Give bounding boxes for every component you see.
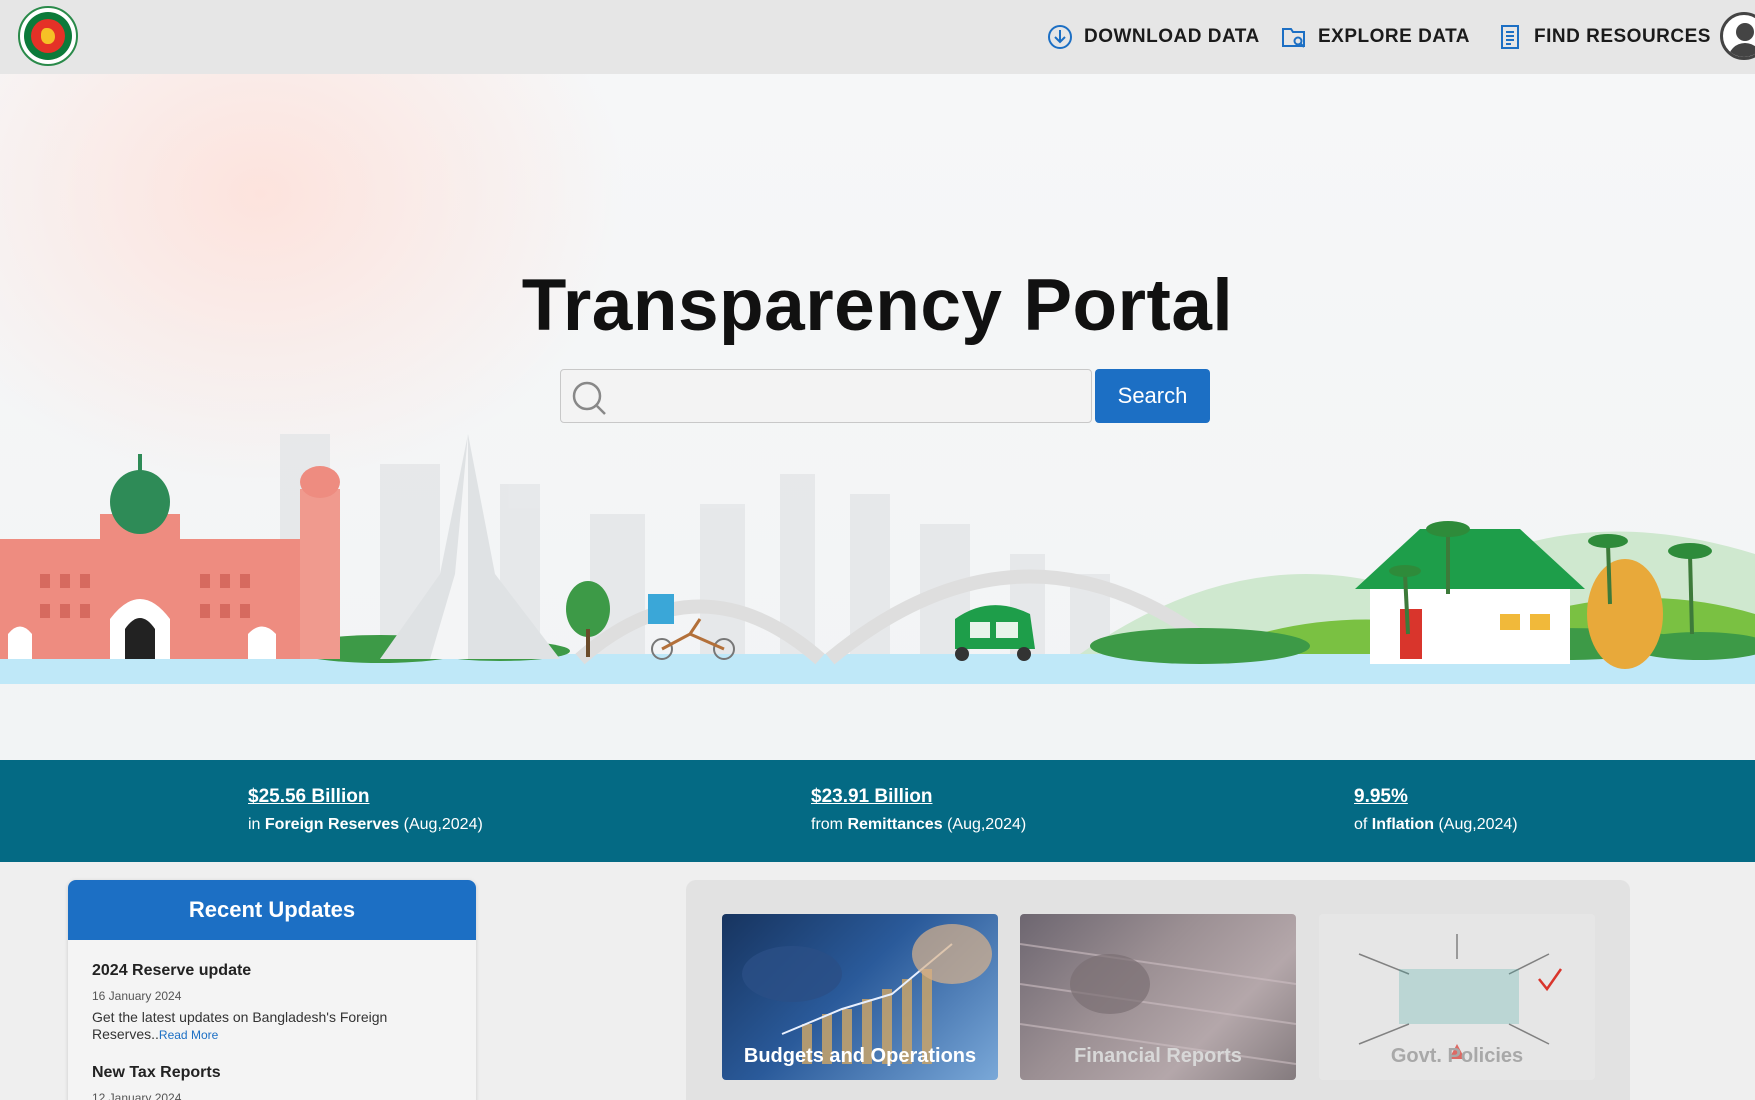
stat-value[interactable]: 9.95% xyxy=(1354,786,1518,808)
stat-description: from Remittances (Aug,2024) xyxy=(811,816,1027,833)
hero-banner: Transparency Portal Search xyxy=(0,74,1755,760)
recent-updates-heading: Recent Updates xyxy=(68,880,476,940)
recent-updates-panel: Recent Updates 2024 Reserve update 16 Ja… xyxy=(68,880,476,1100)
government-seal-logo[interactable] xyxy=(18,6,78,66)
card-label: Financial Reports xyxy=(1074,1045,1242,1067)
card-govt-policies[interactable]: Govt. Policies xyxy=(1319,914,1595,1080)
download-icon xyxy=(1048,25,1072,49)
nav-find-label: FIND RESOURCES xyxy=(1534,26,1711,47)
logo-map-shape xyxy=(41,28,55,44)
card-label: Budgets and Operations xyxy=(743,1045,977,1067)
update-date: 16 January 2024 xyxy=(92,989,182,1003)
search-icon xyxy=(572,381,606,415)
nav-explore-data[interactable]: EXPLORE DATA xyxy=(1280,0,1470,74)
top-navigation-bar: DOWNLOAD DATA EXPLORE DATA FIND RESOURCE… xyxy=(0,0,1755,74)
search-input[interactable] xyxy=(615,376,1085,416)
update-title[interactable]: 2024 Reserve update xyxy=(92,962,452,980)
update-body: Get the latest updates on Bangladesh's F… xyxy=(92,1009,388,1042)
category-cards-panel: Budgets and Operations Financial Reports… xyxy=(686,880,1630,1100)
card-budgets-operations[interactable]: Budgets and Operations xyxy=(722,914,998,1080)
update-item: New Tax Reports 12 January 2024 xyxy=(68,1064,476,1100)
user-avatar-icon[interactable] xyxy=(1720,12,1755,60)
read-more-link[interactable]: Read More xyxy=(159,1028,218,1042)
nav-find-resources[interactable]: FIND RESOURCES xyxy=(1496,0,1711,74)
page-title: Transparency Portal xyxy=(521,265,1234,346)
stat-value[interactable]: $23.91 Billion xyxy=(811,786,1026,808)
nav-download-data[interactable]: DOWNLOAD DATA xyxy=(1046,0,1260,74)
folder-search-icon xyxy=(1282,28,1305,48)
stat-description: of Inflation (Aug,2024) xyxy=(1354,816,1518,833)
stat-remittances: $23.91 Billion from Remittances (Aug,202… xyxy=(811,786,1026,834)
nav-explore-label: EXPLORE DATA xyxy=(1318,26,1471,47)
card-financial-reports[interactable]: Financial Reports xyxy=(1020,914,1296,1080)
stat-description: in Foreign Reserves (Aug,2024) xyxy=(248,816,483,833)
update-date: 12 January 2024 xyxy=(92,1091,182,1100)
document-icon xyxy=(1501,25,1519,49)
logo-ring xyxy=(24,12,72,60)
stat-foreign-reserves: $25.56 Billion in Foreign Reserves (Aug,… xyxy=(248,786,483,834)
key-statistics-band: $25.56 Billion in Foreign Reserves (Aug,… xyxy=(0,760,1755,862)
search-field[interactable] xyxy=(560,369,1092,423)
avatar-head xyxy=(1736,23,1754,41)
card-label: Govt. Policies xyxy=(1390,1045,1524,1067)
nav-download-label: DOWNLOAD DATA xyxy=(1084,26,1260,47)
update-title[interactable]: New Tax Reports xyxy=(92,1064,452,1082)
stat-value[interactable]: $25.56 Billion xyxy=(248,786,483,808)
logo-red-circle xyxy=(31,19,65,53)
search-button[interactable]: Search xyxy=(1095,369,1210,423)
stat-inflation: 9.95% of Inflation (Aug,2024) xyxy=(1354,786,1518,834)
update-item: 2024 Reserve update 16 January 2024 Get … xyxy=(68,962,476,1044)
avatar-body xyxy=(1728,43,1755,57)
